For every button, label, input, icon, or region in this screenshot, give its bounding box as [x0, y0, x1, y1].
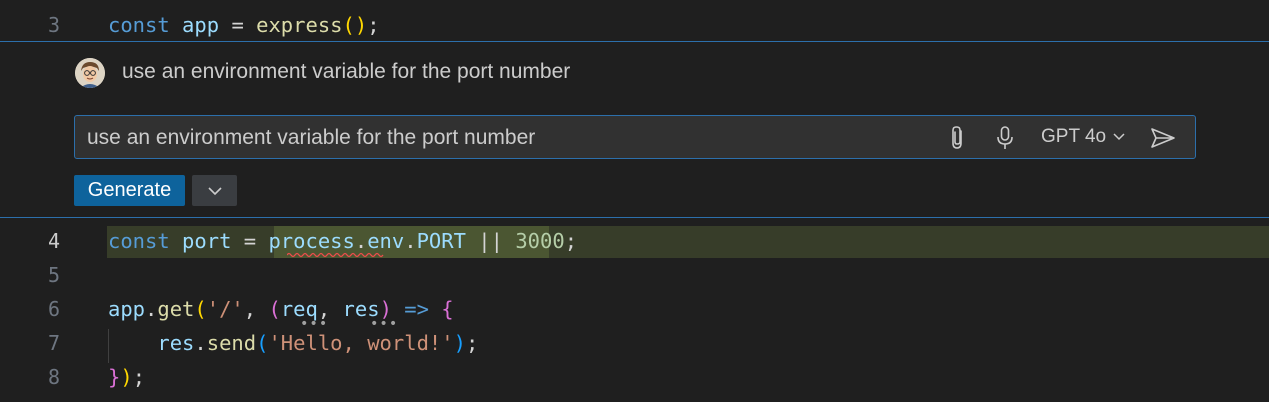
line-number: 4 [47, 229, 60, 253]
inline-chat-panel: use an environment variable for the port… [0, 41, 1269, 218]
line-number: 8 [47, 365, 60, 389]
submitted-prompt: use an environment variable for the port… [122, 60, 571, 83]
line-number: 3 [47, 13, 60, 37]
code-text[interactable]: app.get('/', (req, res) => { [108, 292, 454, 326]
model-label: GPT 4o [1041, 126, 1107, 147]
code-text[interactable]: const app = express(); [108, 8, 380, 42]
code-text[interactable]: }); [108, 360, 145, 394]
code-line-8[interactable]: 8 }); [0, 360, 1269, 394]
chat-input-text[interactable]: use an environment variable for the port… [87, 126, 535, 150]
generate-options-button[interactable] [192, 175, 237, 206]
code-line-3[interactable]: 3 const app = express(); [0, 8, 1269, 42]
model-picker[interactable]: GPT 4o [1041, 126, 1126, 148]
code-line-7[interactable]: 7 res.send('Hello, world!'); [0, 326, 1269, 360]
chevron-down-icon [207, 186, 222, 195]
code-line-5[interactable]: 5 [0, 258, 1269, 292]
line-number: 5 [47, 263, 60, 287]
chat-input[interactable]: use an environment variable for the port… [74, 115, 1196, 159]
chevron-down-icon [1113, 133, 1125, 141]
code-line-6[interactable]: 6 app.get('/', (req, res) => { [0, 292, 1269, 326]
line-number: 6 [47, 297, 60, 321]
line-number: 7 [47, 331, 60, 355]
microphone-icon[interactable] [991, 124, 1019, 152]
paperclip-icon[interactable] [944, 124, 972, 152]
code-text[interactable]: res.send('Hello, world!'); [108, 326, 478, 360]
send-icon[interactable] [1149, 124, 1177, 152]
code-line-4[interactable]: 4 const port = process.env.PORT || 3000; [0, 224, 1269, 258]
user-avatar-icon [75, 58, 105, 88]
generate-button[interactable]: Generate [74, 175, 185, 206]
